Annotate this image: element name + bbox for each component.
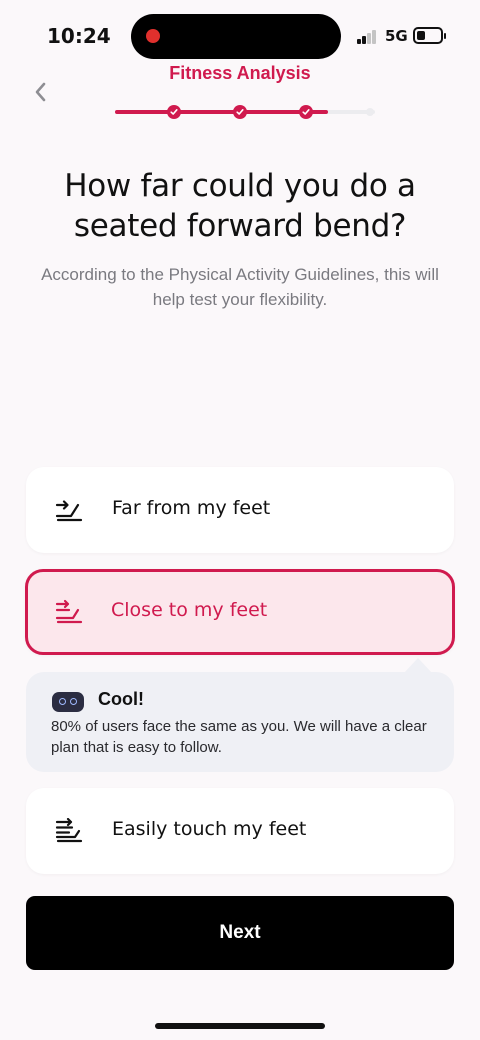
step-pending-dot <box>366 108 374 116</box>
dynamic-island <box>131 14 341 59</box>
chevron-left-icon <box>35 82 46 102</box>
option-easily-touch-feet[interactable]: Easily touch my feet <box>26 788 454 874</box>
robot-icon <box>52 692 84 712</box>
question-subtitle: According to the Physical Activity Guide… <box>41 265 439 309</box>
cellular-signal-icon <box>357 28 379 44</box>
step-complete-icon <box>233 105 247 119</box>
feedback-title: Cool! <box>98 689 144 709</box>
battery-icon <box>413 27 446 44</box>
option-label: Far from my feet <box>112 497 271 519</box>
network-type: 5G <box>385 27 408 45</box>
seated-bend-touch-icon <box>55 818 83 843</box>
progress-bar <box>115 104 375 120</box>
step-complete-icon <box>299 105 313 119</box>
feedback-card: Cool! 80% of users face the same as you.… <box>26 672 454 772</box>
question-title: How far could you do a seated forward be… <box>64 168 416 244</box>
home-indicator[interactable] <box>155 1023 325 1029</box>
option-close-to-feet[interactable]: Close to my feet <box>25 569 455 655</box>
option-label: Close to my feet <box>111 599 268 621</box>
recording-indicator-icon <box>146 29 160 43</box>
status-time: 10:24 <box>47 24 111 48</box>
status-bar: 10:24 5G <box>0 0 480 70</box>
next-button[interactable]: Next <box>26 896 454 970</box>
option-far-from-feet[interactable]: Far from my feet <box>26 467 454 553</box>
option-label: Easily touch my feet <box>112 818 307 840</box>
progress-fill <box>115 110 329 114</box>
seated-bend-far-icon <box>55 500 83 522</box>
seated-bend-close-icon <box>55 599 83 624</box>
feedback-pointer <box>404 658 432 673</box>
step-complete-icon <box>167 105 181 119</box>
feedback-text: 80% of users face the same as you. We wi… <box>51 718 427 756</box>
page-title: Fitness Analysis <box>169 63 311 83</box>
